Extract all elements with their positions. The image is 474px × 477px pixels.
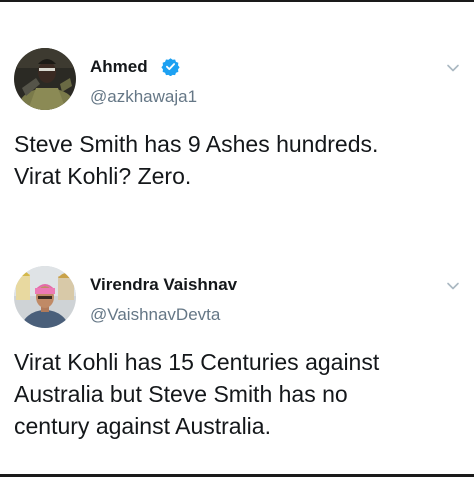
tweet-card[interactable]: Ahmed @azkhawaja1 Steve Smith has 9 Ashe… xyxy=(0,0,474,235)
user-handle[interactable]: @VaishnavDevta xyxy=(90,305,220,325)
chevron-down-icon[interactable] xyxy=(446,279,460,293)
chevron-down-icon[interactable] xyxy=(446,61,460,75)
tweet-text: Steve Smith has 9 Ashes hundreds. Virat … xyxy=(14,131,379,189)
verified-badge-icon xyxy=(161,58,180,76)
avatar[interactable] xyxy=(14,48,76,110)
user-handle[interactable]: @azkhawaja1 xyxy=(90,87,197,107)
tweet-card[interactable]: Virendra Vaishnav @VaishnavDevta Virat K… xyxy=(0,238,474,474)
user-avatar-image xyxy=(14,266,76,328)
tweet-text: Virat Kohli has 15 Centuries against Aus… xyxy=(14,349,380,439)
tweet-divider xyxy=(0,236,474,237)
display-name[interactable]: Ahmed xyxy=(90,57,148,77)
user-avatar-image xyxy=(14,48,76,110)
avatar[interactable] xyxy=(14,266,76,328)
display-name[interactable]: Virendra Vaishnav xyxy=(90,275,237,295)
